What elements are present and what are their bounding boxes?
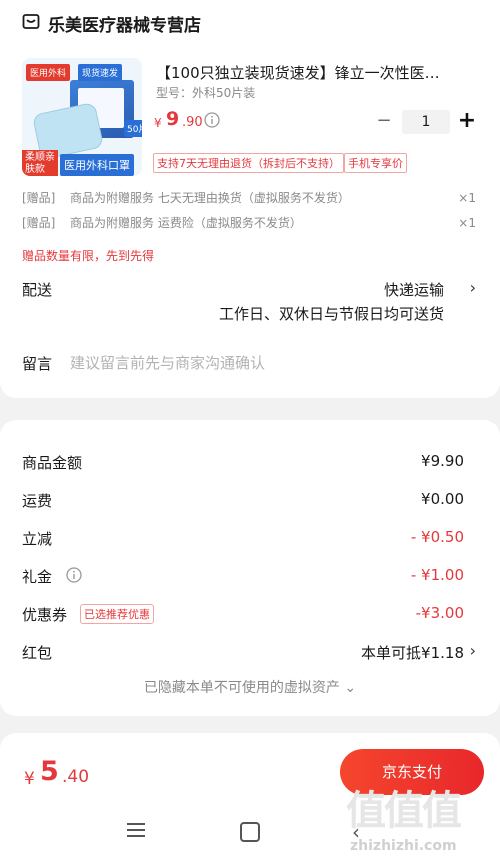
goods-amount-value: ¥9.90 [421,452,464,470]
quantity-input[interactable]: 1 [402,110,450,134]
quantity-increase-button[interactable]: + [456,108,478,134]
return-policy-badge: 支持7天无理由退货（拆封后不支持） [153,153,344,173]
coupon-label: 优惠券 [22,606,68,624]
hidden-assets-toggle[interactable]: 已隐藏本单不可使用的虚拟资产 ⌄ [0,677,500,697]
gift-text: 商品为附赠服务 七天无理由换货（虚拟服务不发货） [70,191,350,205]
gift-money-label: 礼金 [22,568,53,586]
gift-quantity: ×1 [458,216,476,230]
message-input[interactable] [70,352,470,374]
watermark-logo: 值值值 [346,788,462,834]
thumb-tag-red: 医用外科 [26,64,71,81]
coupon-value[interactable]: -¥3.00 [416,604,464,622]
menu-icon[interactable] [127,822,145,838]
instant-discount-label: 立减 [22,530,53,548]
total-decimal: .40 [62,767,90,787]
info-icon[interactable] [204,112,220,128]
message-label: 留言 [22,355,53,373]
total-integer: 5 [40,756,59,787]
thumb-badge-mask: 医用外科口罩 [60,154,134,176]
delivery-days[interactable]: 工作日、双休日与节假日均可送货 [219,303,444,324]
gift-text: 商品为附赠服务 运费险（虚拟服务不发货） [70,216,302,230]
store-icon [22,14,40,29]
delivery-label: 配送 [22,281,53,299]
coupon-recommended-badge: 已选推荐优惠 [80,604,154,624]
gift-limit-notice: 赠品数量有限，先到先得 [22,249,155,263]
thumb-count-badge: 50片 [124,120,142,137]
thumb-badge-soft: 柔顺亲肤款 [22,150,58,176]
back-icon[interactable]: ‹ [352,820,360,844]
instant-discount-value: - ¥0.50 [410,528,464,546]
mobile-price-badge: 手机专享价 [344,153,407,173]
chevron-right-icon[interactable]: › [470,641,476,660]
watermark-url: zhizhizhi.com [350,838,457,854]
home-icon[interactable] [240,822,260,842]
gift-tag: [赠品] [22,191,56,205]
price-decimal: .90 [182,115,203,130]
price-integer: 9 [166,108,180,130]
goods-amount-label: 商品金额 [22,454,83,472]
price-symbol: ¥ [154,116,162,130]
chevron-right-icon[interactable]: › [470,278,476,297]
info-icon[interactable] [66,567,82,583]
order-item-card: 乐美医疗器械专营店 医用外科 现货速发 50片 柔顺亲肤款 医用外科口罩 【10… [0,0,500,398]
thumb-tag-blue: 现货速发 [78,64,123,81]
gift-quantity: ×1 [458,191,476,205]
red-packet-label: 红包 [22,644,53,662]
gift-money-value: - ¥1.00 [410,566,464,584]
product-thumbnail[interactable]: 医用外科 现货速发 50片 柔顺亲肤款 医用外科口罩 [22,58,142,176]
shipping-value: ¥0.00 [421,490,464,508]
red-packet-value[interactable]: 本单可抵¥1.18 [361,642,464,663]
gift-tag: [赠品] [22,216,56,230]
product-spec: 型号：外科50片装 [156,86,256,100]
shipping-label: 运费 [22,492,53,510]
delivery-method[interactable]: 快递运输 [384,279,444,300]
store-name[interactable]: 乐美医疗器械专营店 [48,11,201,36]
quantity-decrease-button[interactable]: − [376,110,392,132]
total-symbol: ¥ [24,769,35,789]
product-title[interactable]: 【100只独立装现货速发】锋立一次性医… [156,62,476,83]
